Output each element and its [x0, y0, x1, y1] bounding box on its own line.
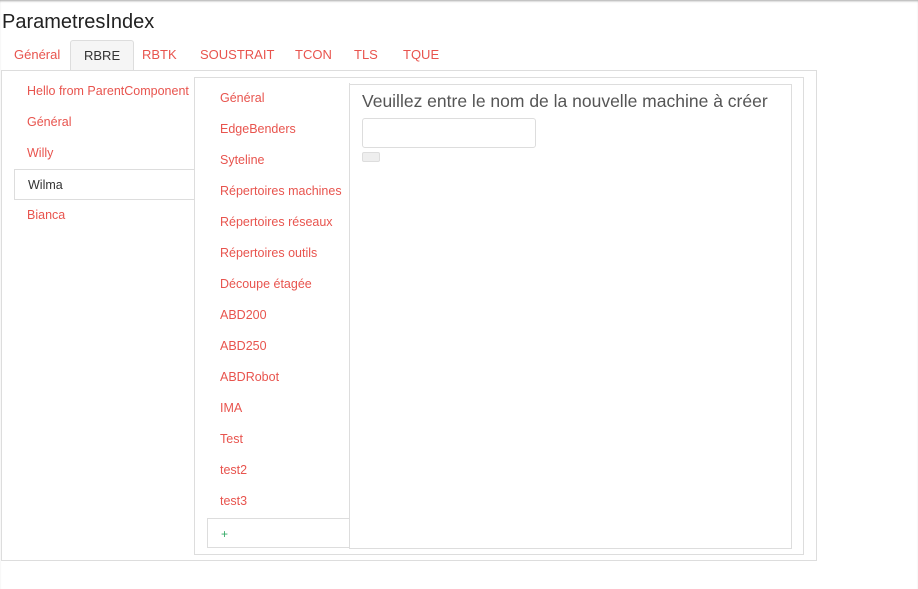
machine-nav: Général EdgeBenders Syteline Répertoires… [207, 83, 350, 519]
machine-item-repertoires-reseaux[interactable]: Répertoires réseaux [207, 207, 349, 238]
machine-item-abd200[interactable]: ABD200 [207, 300, 349, 331]
machine-item-test2[interactable]: test2 [207, 455, 349, 486]
machine-item-edgebenders[interactable]: EdgeBenders [207, 114, 349, 145]
new-machine-form [349, 84, 792, 549]
page-title: ParametresIndex [2, 11, 155, 33]
machine-item-test3[interactable]: test3 [207, 486, 349, 517]
component-item-wilma[interactable]: Wilma [14, 169, 195, 200]
machine-item-abd250[interactable]: ABD250 [207, 331, 349, 362]
machine-item-abdrobot[interactable]: ABDRobot [207, 362, 349, 393]
tab-soustrait[interactable]: SOUSTRAIT [187, 40, 287, 70]
new-machine-prompt: Veuillez entre le nom de la nouvelle mac… [362, 91, 768, 111]
tab-rbre[interactable]: RBRE [70, 40, 135, 72]
component-item-hello[interactable]: Hello from ParentComponent [14, 76, 195, 107]
component-nav: Hello from ParentComponent Général Willy… [14, 76, 195, 231]
tab-bar: Général RBRE RBTK SOUSTRAIT TCON TLS TQU… [0, 40, 918, 72]
machine-item-general[interactable]: Général [207, 83, 349, 114]
tab-tcon[interactable]: TCON [282, 40, 345, 70]
machine-item-repertoires-outils[interactable]: Répertoires outils [207, 238, 349, 269]
tab-rbtk[interactable]: RBTK [129, 40, 190, 70]
machine-item-repertoires-machines[interactable]: Répertoires machines [207, 176, 349, 207]
tab-general[interactable]: Général [1, 40, 73, 70]
tab-tque[interactable]: TQUE [390, 40, 452, 70]
machine-item-ima[interactable]: IMA [207, 393, 349, 424]
component-item-general[interactable]: Général [14, 107, 195, 138]
component-item-bianca[interactable]: Bianca [14, 200, 195, 231]
machine-item-test[interactable]: Test [207, 424, 349, 455]
create-machine-button[interactable] [362, 152, 380, 162]
add-machine-button[interactable]: + [207, 518, 350, 548]
tab-tls[interactable]: TLS [341, 40, 391, 70]
machine-item-decoupe-etagee[interactable]: Découpe étagée [207, 269, 349, 300]
component-item-willy[interactable]: Willy [14, 138, 195, 169]
machine-item-syteline[interactable]: Syteline [207, 145, 349, 176]
machine-name-input[interactable] [362, 118, 536, 148]
